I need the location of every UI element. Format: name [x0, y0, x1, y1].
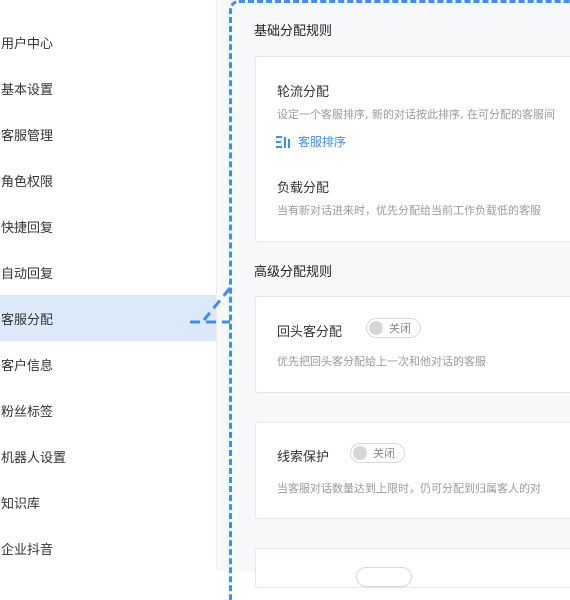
next-rule-card [255, 548, 570, 588]
sidebar-item-label: 客户信息 [1, 358, 54, 374]
sidebar-item-label: 角色权限 [1, 174, 54, 190]
basic-rules-title: 基础分配规则 [254, 24, 333, 39]
sidebar-item-label: 快捷回复 [1, 220, 54, 236]
toggle-knob [353, 446, 367, 460]
sidebar-item-bot-settings[interactable]: 机器人设置 [0, 433, 216, 479]
agent-order-link-label: 客服排序 [298, 135, 347, 149]
sort-icon [276, 135, 290, 148]
round-robin-desc: 设定一个客服排序, 新的对话按此排序, 在可分配的客服间 [277, 108, 555, 121]
sidebar-item-label: 机器人设置 [1, 450, 67, 466]
toggle-label: 关闭 [373, 447, 395, 460]
sidebar-item-label: 知识库 [1, 496, 41, 512]
sidebar-item-user-center[interactable]: 用户中心 [0, 19, 216, 65]
advanced-rules-title: 高级分配规则 [254, 265, 333, 280]
sidebar-item-role-permissions[interactable]: 角色权限 [0, 157, 216, 203]
sidebar-item-label: 客服管理 [1, 128, 54, 144]
round-robin-title: 轮流分配 [277, 85, 330, 100]
sidebar-item-label: 基本设置 [1, 82, 54, 98]
sidebar-item-agent-management[interactable]: 客服管理 [0, 111, 216, 157]
sidebar-item-auto-reply[interactable]: 自动回复 [0, 249, 216, 295]
returning-customer-toggle[interactable]: 关闭 [366, 318, 421, 338]
sidebar-item-quick-reply[interactable]: 快捷回复 [0, 203, 216, 249]
toggle-label: 关闭 [389, 322, 411, 335]
returning-customer-card: 回头客分配 关闭 优先把回头客分配给上一次和他对话的客服 [255, 296, 570, 393]
sidebar-item-label: 企业抖音 [1, 542, 54, 558]
sidebar-item-label: 自动回复 [1, 266, 54, 282]
sidebar-item-basic-settings[interactable]: 基本设置 [0, 65, 216, 111]
sidebar-item-label: 客服分配 [1, 312, 54, 328]
highlight-connector [190, 287, 232, 324]
lead-protection-toggle[interactable]: 关闭 [350, 443, 405, 463]
load-title: 负载分配 [277, 181, 330, 196]
sidebar-item-enterprise-douyin[interactable]: 企业抖音 [0, 525, 216, 571]
sidebar-item-label: 用户中心 [1, 36, 54, 52]
sidebar: 用户中心 基本设置 客服管理 角色权限 快捷回复 自动回复 客服分配 客户信息 … [0, 0, 217, 571]
next-rule-toggle[interactable] [356, 567, 412, 587]
basic-rules-card: 轮流分配 设定一个客服排序, 新的对话按此排序, 在可分配的客服间 客服排序 负… [255, 56, 570, 242]
sidebar-item-agent-assignment[interactable]: 客服分配 [0, 295, 216, 341]
returning-customer-title: 回头客分配 [277, 325, 343, 340]
load-desc: 当有新对话进来时，优先分配给当前工作负载低的客服 [277, 204, 541, 217]
toggle-knob [369, 321, 383, 335]
lead-protection-desc: 当客服对话数量达到上限时，仍可分配到归属客人的对 [277, 482, 541, 495]
sidebar-item-fan-tags[interactable]: 粉丝标签 [0, 387, 216, 433]
agent-order-link[interactable]: 客服排序 [276, 133, 346, 150]
sidebar-item-label: 粉丝标签 [1, 404, 54, 420]
lead-protection-card: 线索保护 关闭 当客服对话数量达到上限时，仍可分配到归属客人的对 [255, 422, 570, 519]
sidebar-item-customer-info[interactable]: 客户信息 [0, 341, 216, 387]
sidebar-item-knowledge-base[interactable]: 知识库 [0, 479, 216, 525]
returning-customer-desc: 优先把回头客分配给上一次和他对话的客服 [277, 355, 486, 368]
lead-protection-title: 线索保护 [277, 450, 330, 465]
